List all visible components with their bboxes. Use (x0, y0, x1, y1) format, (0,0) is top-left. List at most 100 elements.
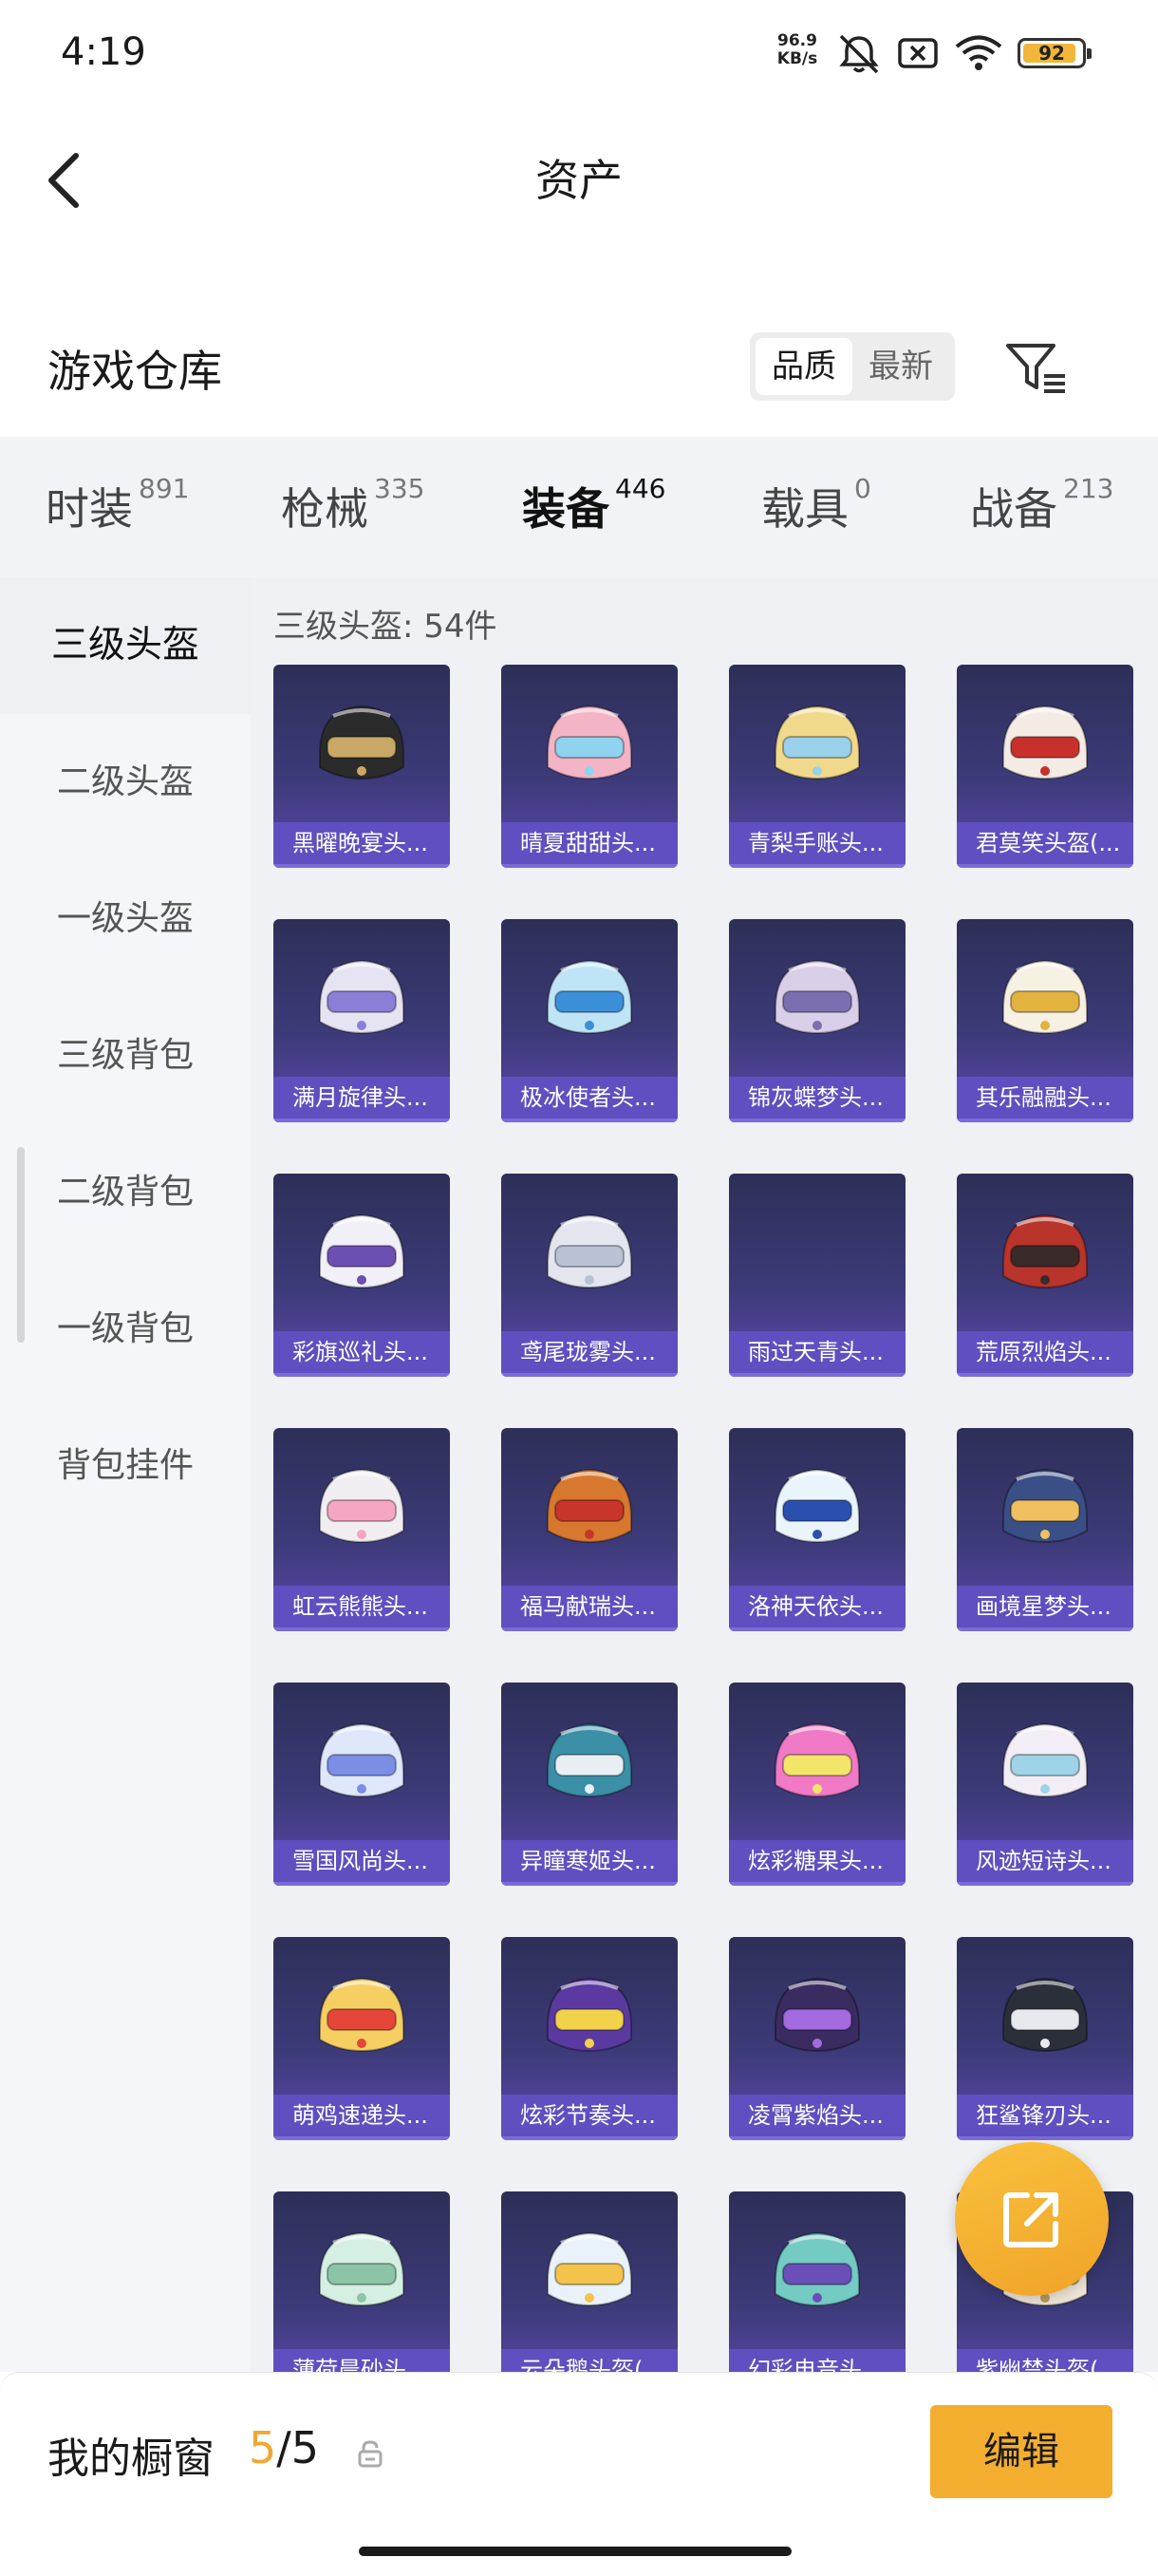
sidebar-item-level1-helmet[interactable]: 一级头盔 (0, 851, 251, 987)
share-external-icon (1003, 2192, 1058, 2247)
edit-button[interactable]: 编辑 (930, 2405, 1112, 2498)
helmet-item-card[interactable]: 满月旋律头... (273, 919, 450, 1122)
warehouse-title: 游戏仓库 (47, 346, 222, 397)
sidebar-scrollbar[interactable] (17, 1147, 25, 1343)
tab-count: 891 (139, 473, 190, 504)
tab-count: 213 (1063, 473, 1114, 504)
sidebar-item-level1-backpack[interactable]: 一级背包 (0, 1261, 251, 1398)
helmet-item-card[interactable]: 雪国风尚头... (273, 1683, 450, 1886)
helmet-item-card[interactable]: 青梨手账头... (729, 665, 906, 868)
showcase-current: 5 (249, 2422, 277, 2473)
helmet-item-card[interactable]: 鸢尾珑雾头... (501, 1174, 678, 1377)
item-name: 荒原烈焰头... (957, 1331, 1133, 1377)
helmet-item-card[interactable]: 炫彩糖果头... (729, 1683, 906, 1886)
helmet-item-card[interactable]: 君莫笑头盔(... (957, 665, 1133, 868)
item-name: 萌鸡速递头... (273, 2095, 450, 2140)
app-header: 资产 (0, 104, 1158, 247)
helmet-icon (547, 1722, 632, 1798)
item-name: 风迹短诗头... (957, 1840, 1133, 1886)
item-name: 其乐融融头... (957, 1077, 1133, 1122)
showcase-bar: 我的橱窗 5/5 编辑 (0, 2372, 1158, 2576)
helmet-item-card[interactable]: 狂鲨锋刃头... (957, 1937, 1133, 2140)
network-speed-value: 96.9 (777, 31, 817, 50)
helmet-item-card[interactable]: 薄荷晨砂头... (273, 2191, 450, 2372)
battery-indicator: 92 (1018, 38, 1092, 68)
item-name: 幻彩电音头... (729, 2349, 906, 2372)
item-name: 晴夏甜甜头... (501, 822, 678, 868)
tab-count: 446 (615, 473, 666, 504)
item-name: 雪国风尚头... (273, 1840, 450, 1886)
helmet-icon (319, 959, 404, 1035)
helmet-item-card[interactable]: 萌鸡速递头... (273, 1937, 450, 2140)
helmet-item-card[interactable]: 画境星梦头... (957, 1428, 1133, 1631)
helmet-item-card[interactable]: 炫彩节奏头... (501, 1937, 678, 2140)
helmet-icon (319, 1722, 404, 1798)
tab-label: 装备 (522, 483, 609, 535)
helmet-item-card[interactable]: 荒原烈焰头... (957, 1174, 1133, 1377)
helmet-item-card[interactable]: 虹云熊熊头... (273, 1428, 450, 1631)
helmet-item-card[interactable]: 极冰使者头... (501, 919, 678, 1122)
lock-icon (358, 2440, 383, 2468)
helmet-icon (319, 1468, 404, 1544)
helmet-item-card[interactable]: 彩旗巡礼头... (273, 1174, 450, 1377)
home-indicator[interactable] (359, 2547, 792, 2556)
showcase-label: 我的橱窗 (47, 2435, 215, 2483)
helmet-item-card[interactable]: 晴夏甜甜头... (501, 665, 678, 868)
item-name: 鸢尾珑雾头... (501, 1331, 678, 1377)
filter-icon[interactable] (1002, 338, 1071, 399)
item-name: 画境星梦头... (957, 1586, 1133, 1631)
wifi-icon (955, 35, 1002, 70)
tab-supplies[interactable]: 战备 213 (970, 473, 1114, 551)
item-name: 锦灰蝶梦头... (729, 1077, 906, 1122)
helmet-item-card[interactable]: 幻彩电音头... (729, 2191, 906, 2372)
helmet-icon (547, 705, 632, 780)
item-name: 雨过天青头... (729, 1331, 906, 1377)
helmet-item-card[interactable]: 雨过天青头... (729, 1174, 906, 1377)
helmet-item-card[interactable]: 凌霄紫焰头... (729, 1937, 906, 2140)
sort-option-quality[interactable]: 品质 (756, 338, 852, 395)
tab-weapons[interactable]: 枪械 335 (281, 473, 424, 551)
helmet-icon (775, 959, 860, 1035)
item-name: 黑曜晚宴头... (273, 822, 450, 868)
tab-label: 枪械 (281, 483, 368, 535)
helmet-item-card[interactable]: 福马献瑞头... (501, 1428, 678, 1631)
sidebar-item-level3-helmet[interactable]: 三级头盔 (0, 577, 251, 714)
helmet-icon (775, 1977, 860, 2053)
helmet-icon (1002, 1722, 1088, 1798)
helmet-item-card[interactable]: 其乐融融头... (957, 919, 1133, 1122)
helmet-item-card[interactable]: 洛神天依头... (729, 1428, 906, 1631)
sidebar-item-level2-backpack[interactable]: 二级背包 (0, 1124, 251, 1261)
helmet-item-card[interactable]: 云朵鹅头盔(... (501, 2191, 678, 2372)
item-name: 君莫笑头盔(... (957, 822, 1133, 868)
tab-equipment[interactable]: 装备 446 (522, 473, 666, 585)
tab-vehicles[interactable]: 载具 0 (761, 473, 871, 551)
showcase-separator: / (276, 2422, 291, 2473)
battery-level: 92 (1038, 42, 1065, 65)
helmet-item-card[interactable]: 风迹短诗头... (957, 1683, 1133, 1886)
helmet-icon (1002, 1468, 1088, 1544)
sidebar-item-level3-backpack[interactable]: 三级背包 (0, 987, 251, 1124)
helmet-item-card[interactable]: 锦灰蝶梦头... (729, 919, 906, 1122)
sidebar-item-level2-helmet[interactable]: 二级头盔 (0, 714, 251, 851)
sidebar-item-backpack-pendant[interactable]: 背包挂件 (0, 1398, 251, 1534)
item-name: 炫彩节奏头... (501, 2095, 678, 2140)
helmet-item-card[interactable]: 异瞳寒姬头... (501, 1683, 678, 1886)
share-button[interactable] (955, 2142, 1109, 2296)
helmet-icon (1002, 959, 1088, 1035)
helmet-icon (775, 2231, 860, 2307)
helmet-icon (547, 2231, 632, 2307)
category-count-title: 三级头盔: 54件 (273, 608, 497, 646)
item-name: 洛神天依头... (729, 1586, 906, 1631)
page-title: 资产 (535, 155, 623, 206)
helmet-icon (319, 1213, 404, 1289)
item-name: 薄荷晨砂头... (273, 2349, 450, 2372)
item-name: 青梨手账头... (729, 822, 906, 868)
item-name: 凌霄紫焰头... (729, 2095, 906, 2140)
helmet-item-card[interactable]: 黑曜晚宴头... (273, 665, 450, 868)
helmet-icon (547, 1977, 632, 2053)
helmet-icon (775, 705, 860, 780)
sort-option-newest[interactable]: 最新 (852, 338, 949, 395)
helmet-icon (1002, 1977, 1088, 2053)
item-name: 满月旋律头... (273, 1077, 450, 1122)
tab-fashion[interactable]: 时装 891 (46, 473, 190, 551)
